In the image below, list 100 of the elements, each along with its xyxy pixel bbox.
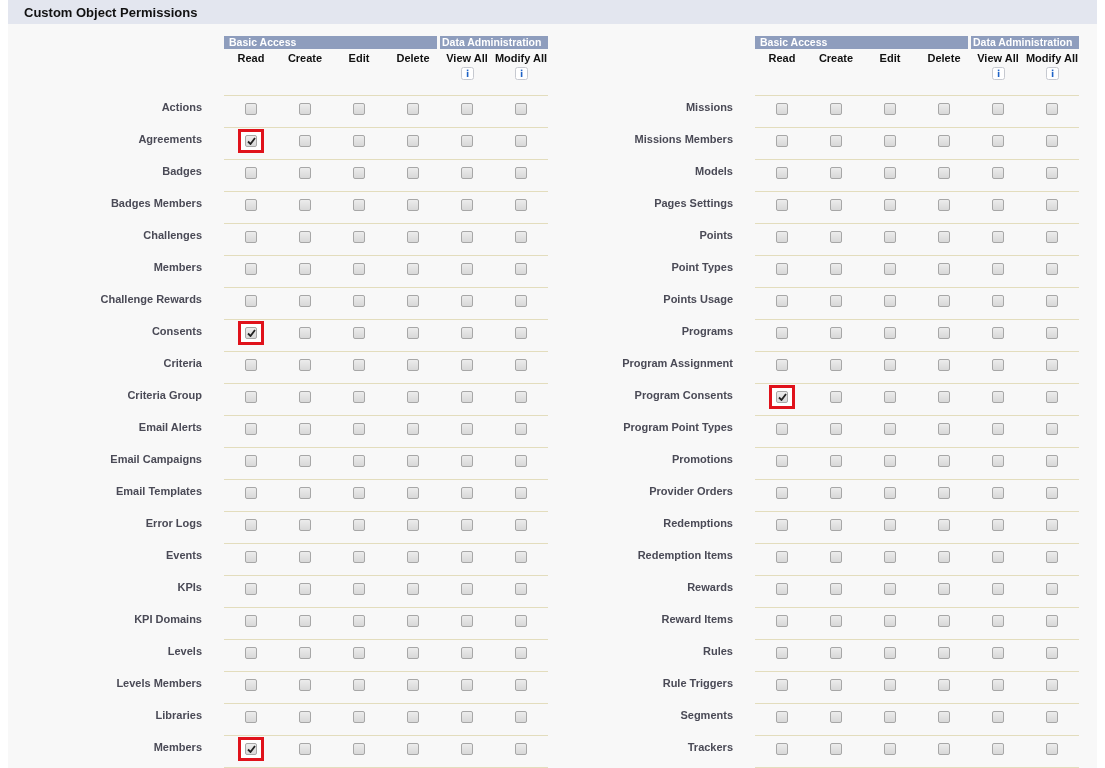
- checkbox[interactable]: [1046, 679, 1058, 691]
- checkbox[interactable]: [938, 135, 950, 147]
- checkbox[interactable]: [992, 423, 1004, 435]
- checkbox[interactable]: [407, 295, 419, 307]
- checkbox[interactable]: [776, 199, 788, 211]
- checkbox[interactable]: [461, 711, 473, 723]
- checkbox[interactable]: [245, 551, 257, 563]
- checkbox[interactable]: [938, 359, 950, 371]
- checkbox[interactable]: [992, 615, 1004, 627]
- checkbox[interactable]: [515, 135, 527, 147]
- checkbox[interactable]: [407, 519, 419, 531]
- checkbox[interactable]: [461, 359, 473, 371]
- checkbox[interactable]: [515, 455, 527, 467]
- checkbox[interactable]: [938, 423, 950, 435]
- checkbox[interactable]: [1046, 167, 1058, 179]
- checkbox[interactable]: [884, 423, 896, 435]
- checkbox[interactable]: [407, 423, 419, 435]
- checkbox[interactable]: [938, 679, 950, 691]
- checkbox[interactable]: [407, 231, 419, 243]
- checkbox[interactable]: [461, 199, 473, 211]
- checkbox[interactable]: [515, 327, 527, 339]
- checkbox[interactable]: [353, 167, 365, 179]
- checkbox[interactable]: [830, 295, 842, 307]
- checkbox[interactable]: [515, 487, 527, 499]
- checkbox[interactable]: [830, 711, 842, 723]
- checkbox[interactable]: [830, 615, 842, 627]
- checkbox[interactable]: [353, 551, 365, 563]
- checkbox[interactable]: [299, 615, 311, 627]
- checkbox[interactable]: [884, 103, 896, 115]
- checkbox[interactable]: [884, 391, 896, 403]
- checkbox[interactable]: [407, 135, 419, 147]
- checkbox[interactable]: [776, 583, 788, 595]
- checkbox[interactable]: [407, 615, 419, 627]
- checkbox[interactable]: [776, 167, 788, 179]
- checkbox[interactable]: [1046, 199, 1058, 211]
- checkbox[interactable]: [938, 167, 950, 179]
- checkbox[interactable]: [245, 423, 257, 435]
- checkbox[interactable]: [938, 647, 950, 659]
- checkbox[interactable]: [884, 135, 896, 147]
- checkbox[interactable]: [1046, 583, 1058, 595]
- checkbox[interactable]: [830, 519, 842, 531]
- checkbox[interactable]: [353, 615, 365, 627]
- checkbox[interactable]: [353, 423, 365, 435]
- checkbox[interactable]: [299, 103, 311, 115]
- checkbox[interactable]: [245, 487, 257, 499]
- checkbox[interactable]: [245, 167, 257, 179]
- checkbox[interactable]: [938, 263, 950, 275]
- checkbox[interactable]: [407, 103, 419, 115]
- checkbox[interactable]: [353, 711, 365, 723]
- checkbox[interactable]: [1046, 711, 1058, 723]
- checkbox[interactable]: [407, 551, 419, 563]
- checkbox[interactable]: [992, 519, 1004, 531]
- checkbox[interactable]: [992, 679, 1004, 691]
- checkbox[interactable]: [461, 743, 473, 755]
- checkbox[interactable]: [515, 743, 527, 755]
- checkbox[interactable]: [992, 263, 1004, 275]
- checkbox[interactable]: [776, 647, 788, 659]
- checkbox[interactable]: [992, 711, 1004, 723]
- checkbox[interactable]: [461, 391, 473, 403]
- checkbox[interactable]: [884, 679, 896, 691]
- checkbox[interactable]: [992, 391, 1004, 403]
- checkbox[interactable]: [461, 423, 473, 435]
- checkbox[interactable]: [884, 519, 896, 531]
- checkbox[interactable]: [515, 231, 527, 243]
- checkbox[interactable]: [1046, 263, 1058, 275]
- checkbox[interactable]: [884, 647, 896, 659]
- checkbox[interactable]: [830, 199, 842, 211]
- checkbox[interactable]: [461, 615, 473, 627]
- checkbox[interactable]: [938, 551, 950, 563]
- checkbox[interactable]: [515, 679, 527, 691]
- checkbox[interactable]: [992, 551, 1004, 563]
- checkbox[interactable]: [992, 743, 1004, 755]
- checkbox[interactable]: [515, 391, 527, 403]
- checkbox[interactable]: [515, 551, 527, 563]
- checkbox[interactable]: [299, 391, 311, 403]
- checkbox[interactable]: [938, 199, 950, 211]
- checkbox[interactable]: [299, 199, 311, 211]
- checkbox[interactable]: [353, 327, 365, 339]
- checkbox[interactable]: [245, 391, 257, 403]
- checkbox[interactable]: [461, 167, 473, 179]
- checkbox[interactable]: [515, 199, 527, 211]
- checkbox[interactable]: [299, 711, 311, 723]
- checkbox[interactable]: [1046, 455, 1058, 467]
- checkbox[interactable]: [299, 583, 311, 595]
- checkbox[interactable]: [776, 295, 788, 307]
- checkbox[interactable]: [830, 359, 842, 371]
- checkbox[interactable]: [992, 135, 1004, 147]
- checkbox[interactable]: [1046, 743, 1058, 755]
- checkbox[interactable]: [776, 103, 788, 115]
- checkbox[interactable]: [353, 519, 365, 531]
- checkbox[interactable]: [353, 679, 365, 691]
- checkbox[interactable]: [776, 231, 788, 243]
- checkbox[interactable]: [992, 455, 1004, 467]
- checkbox[interactable]: [938, 327, 950, 339]
- checkbox[interactable]: [299, 679, 311, 691]
- checkbox[interactable]: [776, 327, 788, 339]
- checkbox[interactable]: [407, 199, 419, 211]
- checkbox[interactable]: [299, 647, 311, 659]
- checkbox[interactable]: [461, 583, 473, 595]
- checkbox[interactable]: [830, 135, 842, 147]
